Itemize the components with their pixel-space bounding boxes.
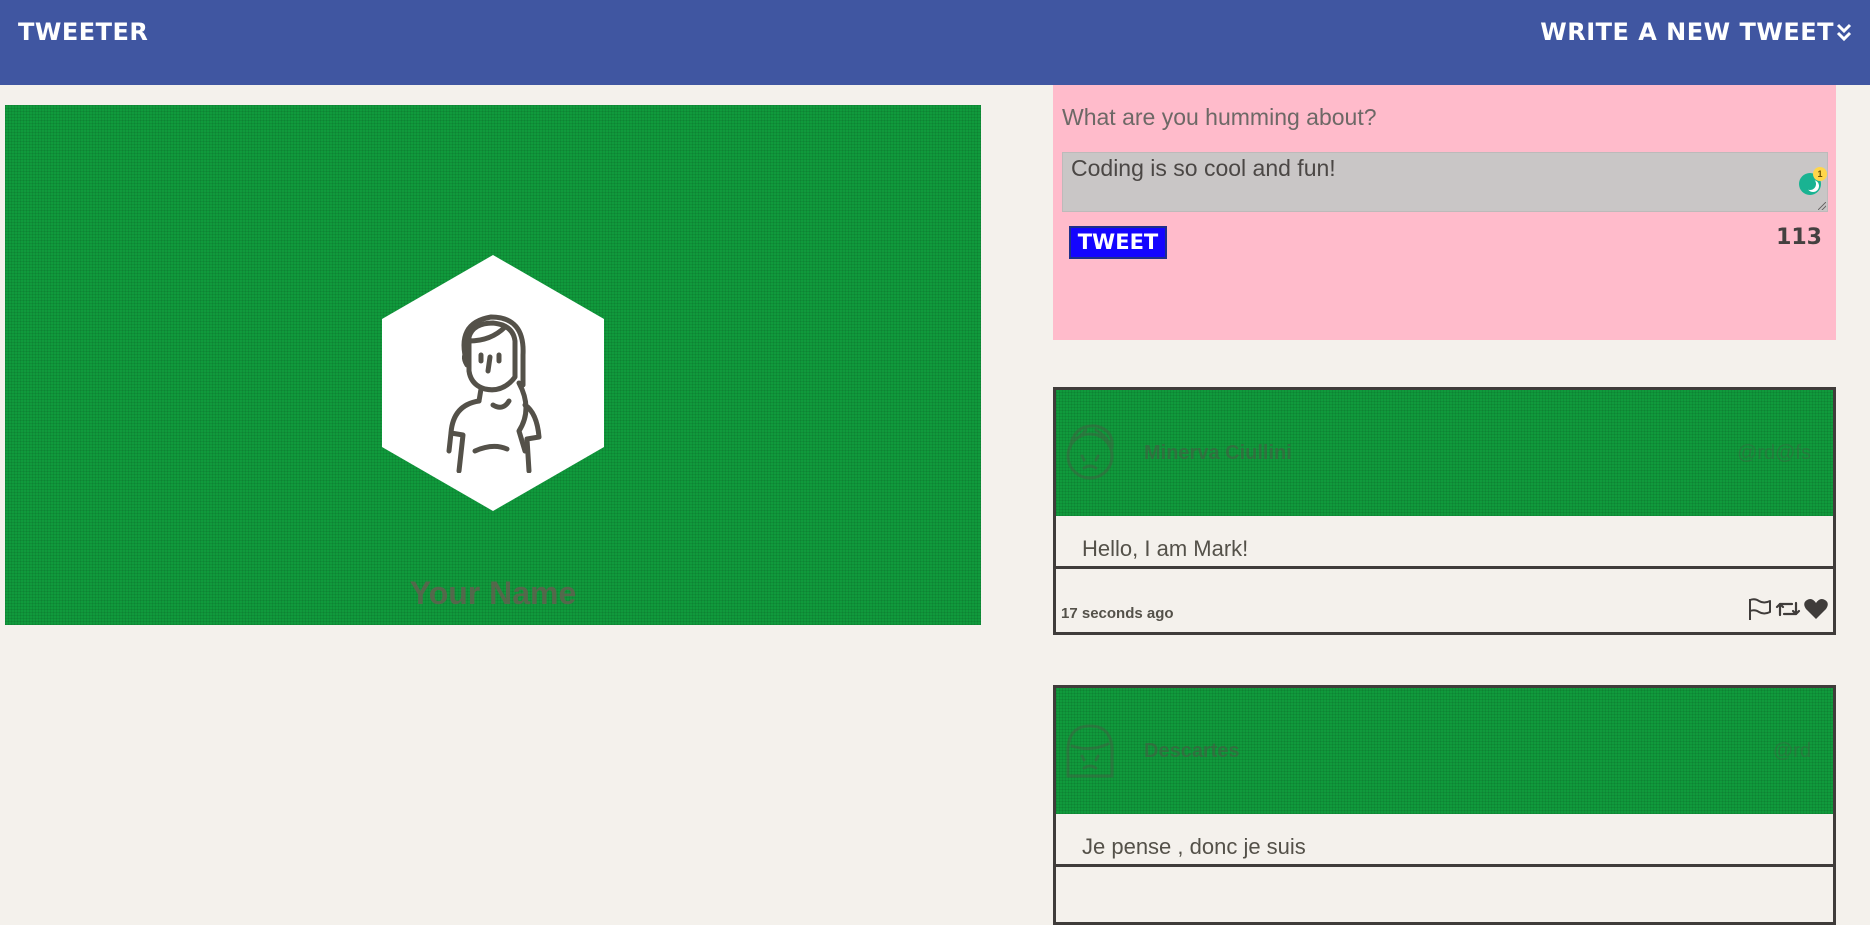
tweet-actions — [1747, 597, 1829, 621]
top-nav: TWEETER WRITE A NEW TWEET — [0, 0, 1870, 85]
grammar-moon-glyph — [1804, 178, 1816, 190]
heart-icon[interactable] — [1803, 597, 1829, 621]
flag-icon[interactable] — [1747, 597, 1773, 621]
tweet-avatar-icon — [1066, 724, 1114, 778]
tweet-footer: 17 seconds ago — [1056, 569, 1833, 632]
double-chevron-down-icon — [1836, 22, 1852, 42]
write-new-tweet-label: WRITE A NEW TWEET — [1540, 18, 1834, 46]
tweet-text: Hello, I am Mark! — [1056, 516, 1833, 569]
compose-tweet-panel: What are you humming about? Coding is so… — [1053, 85, 1836, 340]
tweet-textarea[interactable]: Coding is so cool and fun! 1 — [1062, 152, 1828, 212]
tweet-card: Descartes @rd Je pense , donc je suis — [1053, 685, 1836, 925]
brand-logo[interactable]: TWEETER — [18, 18, 148, 46]
tweet-avatar-icon — [1066, 424, 1114, 480]
retweet-icon[interactable] — [1775, 597, 1801, 621]
tweet-text: Je pense , donc je suis — [1056, 814, 1833, 867]
write-new-tweet-button[interactable]: WRITE A NEW TWEET — [1540, 18, 1852, 46]
tweet-author-handle: @rd — [1772, 740, 1811, 762]
tweet-submit-button[interactable]: TWEET — [1069, 226, 1167, 259]
grammar-badge: 1 — [1813, 167, 1827, 181]
profile-avatar — [382, 255, 604, 511]
tweet-author-name: Descartes — [1144, 740, 1240, 762]
tweet-author-name: Minerva Ciullini — [1144, 442, 1292, 464]
tweet-author-handle: @rd@fs — [1737, 442, 1811, 464]
profile-name: Your Name — [409, 575, 577, 611]
tweet-timestamp: 17 seconds ago — [1061, 605, 1174, 622]
grammar-assistant-icon[interactable]: 1 — [1799, 167, 1827, 195]
tweet-header: Descartes @rd — [1056, 688, 1833, 814]
tweet-card: Minerva Ciullini @rd@fs Hello, I am Mark… — [1053, 387, 1836, 635]
tweet-header: Minerva Ciullini @rd@fs — [1056, 390, 1833, 516]
compose-prompt-label: What are you humming about? — [1062, 104, 1377, 130]
textarea-resize-handle[interactable] — [1818, 202, 1826, 210]
person-icon — [446, 314, 542, 473]
tweet-textarea-value: Coding is so cool and fun! — [1071, 155, 1336, 181]
profile-banner: Your Name — [5, 105, 981, 625]
character-counter: 113 — [1776, 225, 1822, 250]
